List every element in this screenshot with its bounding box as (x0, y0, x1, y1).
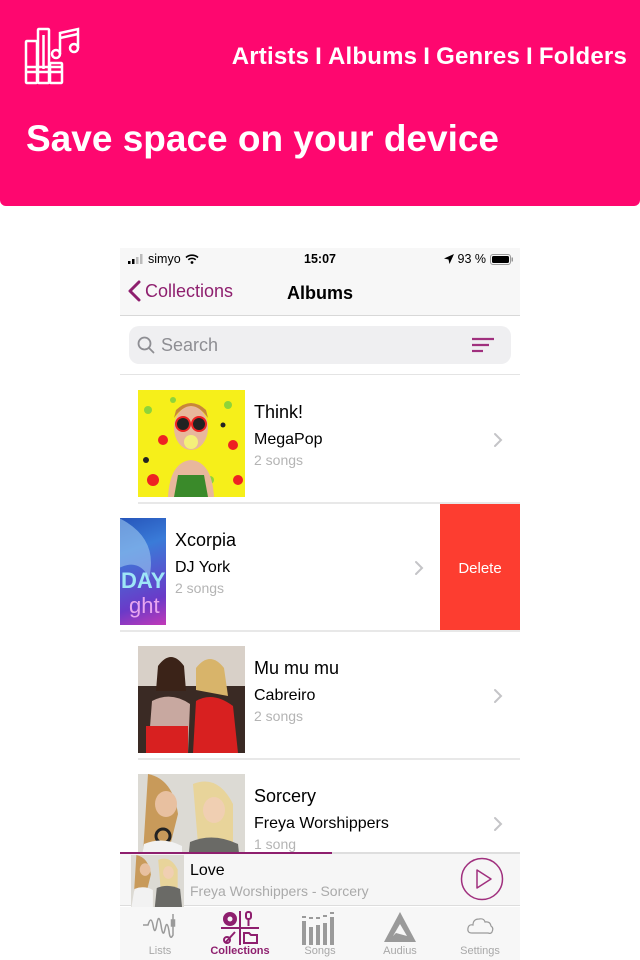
banner-feature-albums: Albums (328, 43, 418, 70)
search-bar (129, 326, 511, 364)
search-input[interactable] (161, 334, 461, 356)
album-title: Xcorpia (175, 530, 237, 550)
banner-separator: I (526, 43, 533, 70)
tab-label: Collections (210, 945, 270, 957)
banner-feature-artists: Artists (231, 43, 310, 70)
music-library-logo-icon (24, 27, 80, 85)
tab-label: Audius (383, 945, 417, 957)
battery-percent: 93 % (457, 252, 487, 266)
tab-collections[interactable]: Collections (200, 907, 280, 960)
album-song-count: 2 songs (254, 708, 304, 724)
chevron-right-icon (494, 817, 503, 831)
album-title: Think! (254, 402, 304, 422)
album-artwork (138, 390, 245, 497)
now-playing-subtitle: Freya Worshippers - Sorcery (190, 883, 369, 899)
album-artist: MegaPop (254, 431, 323, 448)
location-arrow-icon (443, 254, 454, 264)
banner-feature-list: Artists I Albums I Genres I Folders (232, 43, 627, 71)
page-title: Albums (286, 283, 353, 303)
now-playing-title: Love (190, 862, 225, 879)
svg-text:DAY: DAY (121, 568, 166, 593)
tab-label: Lists (148, 945, 172, 957)
album-title: Sorcery (254, 786, 317, 806)
album-artwork (138, 646, 245, 753)
collections-grid-icon (221, 911, 259, 945)
chevron-right-icon (494, 689, 503, 703)
chevron-right-icon (494, 433, 503, 447)
album-row[interactable]: Mu mu mu Cabreiro 2 songs (120, 632, 520, 760)
tab-bar: Lists Collections Songs Audius Settings (120, 907, 520, 960)
banner-separator: I (315, 43, 323, 70)
album-song-count: 1 song (254, 836, 297, 852)
audius-logo-icon (384, 912, 416, 942)
banner-feature-genres: Genres (436, 43, 521, 70)
album-artist: Cabreiro (254, 687, 316, 704)
album-row-swiped[interactable]: DAY ght Xcorpia DJ York 2 songs Delete (120, 504, 520, 632)
sort-icon[interactable] (471, 336, 495, 354)
search-area (120, 317, 520, 375)
battery-icon (490, 253, 513, 265)
now-playing-artwork (131, 855, 184, 907)
delete-button[interactable]: Delete (440, 504, 520, 632)
album-title: Mu mu mu (254, 658, 340, 678)
chevron-right-icon (415, 561, 424, 575)
album-row[interactable]: Think! MegaPop 2 songs (120, 376, 520, 504)
equalizer-bars-icon (302, 912, 334, 945)
banner-title: Save space on your device (26, 118, 500, 159)
tab-songs[interactable]: Songs (280, 907, 360, 960)
tab-lists[interactable]: Lists (120, 907, 200, 960)
cloud-icon (467, 918, 494, 934)
search-icon (137, 336, 155, 354)
banner-feature-folders: Folders (538, 43, 627, 70)
phone-screen: simyo 15:07 93 % Collections Albums Sear… (120, 248, 520, 960)
banner-separator: I (423, 43, 431, 70)
status-bar: simyo 15:07 93 % (120, 248, 520, 270)
album-artist: Freya Worshippers (254, 815, 389, 832)
navigation-bar: Collections Albums (120, 270, 520, 316)
album-artist: DJ York (175, 559, 231, 576)
tab-label: Songs (304, 945, 336, 957)
album-song-count: 2 songs (175, 580, 225, 596)
waveform-cable-icon (143, 914, 176, 938)
mini-player[interactable]: Love Freya Worshippers - Sorcery (120, 854, 520, 907)
album-artwork: DAY ght (120, 518, 166, 625)
tab-label: Settings (460, 945, 500, 957)
tab-audius[interactable]: Audius (360, 907, 440, 960)
svg-text:ght: ght (129, 593, 160, 618)
promo-banner: Artists I Albums I Genres I Folders Save space… (0, 0, 640, 206)
play-button-icon[interactable] (460, 857, 504, 901)
tab-settings[interactable]: Settings (440, 907, 520, 960)
album-song-count: 2 songs (254, 452, 304, 468)
